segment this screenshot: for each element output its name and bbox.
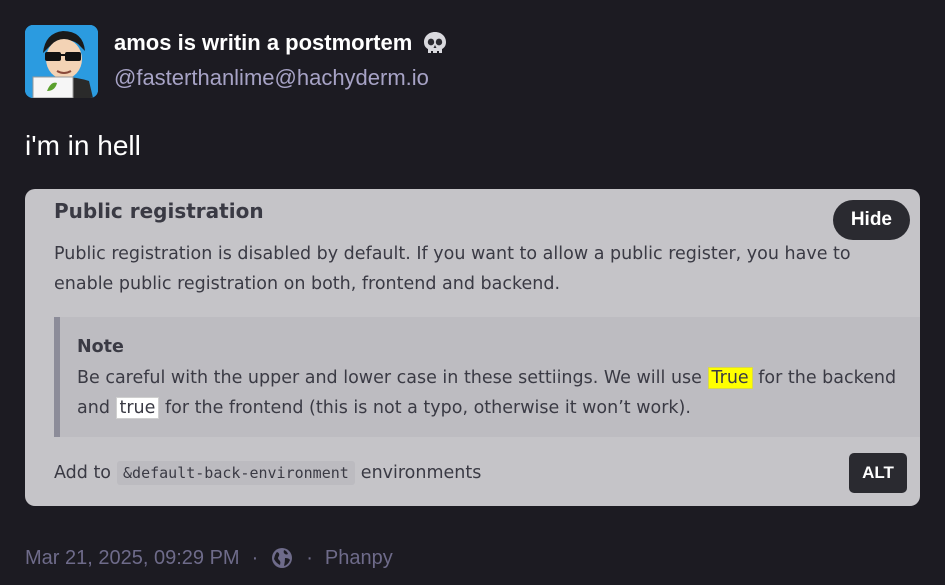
avatar-illustration [25,25,98,98]
alt-button[interactable]: ALT [849,453,907,493]
author-name-text: amos is writin a postmortem [114,30,413,55]
globe-icon [270,546,294,570]
skull-emoji-icon [424,32,447,53]
note-title: Note [77,337,124,357]
note-callout: Note Be careful with the upper and lower… [54,317,920,437]
meta-separator: · [251,546,259,569]
media-attachment[interactable]: Public registration Public registration … [25,189,920,506]
author-display-name[interactable]: amos is writin a postmortem [114,30,448,56]
client-name[interactable]: Phanpy [325,547,393,570]
add-suffix: environments [360,463,482,483]
post-meta: Mar 21, 2025, 09:29 PM · · Phanpy [25,546,393,570]
avatar[interactable] [25,25,98,98]
inline-code: &default-back-environment [117,461,355,485]
note-body: Be careful with the upper and lower case… [77,363,917,423]
status-text: i'm in hell [25,130,141,161]
timestamp[interactable]: Mar 21, 2025, 09:29 PM [25,547,240,570]
author-handle[interactable]: @fasterthanlime@hachyderm.io [114,65,429,91]
meta-separator-2: · [306,546,313,569]
code-true-backend: True [707,367,753,389]
note-text-after: for the frontend (this is not a typo, ot… [159,398,691,418]
add-to-line: Add to &default-back-environment environ… [54,461,481,485]
add-prefix: Add to [54,463,112,483]
hide-button[interactable]: Hide [832,200,910,240]
doc-title: Public registration [54,199,264,223]
code-true-frontend: true [115,397,160,419]
note-text-before: Be careful with the upper and lower case… [77,368,708,388]
doc-paragraph: Public registration is disabled by defau… [54,244,851,294]
